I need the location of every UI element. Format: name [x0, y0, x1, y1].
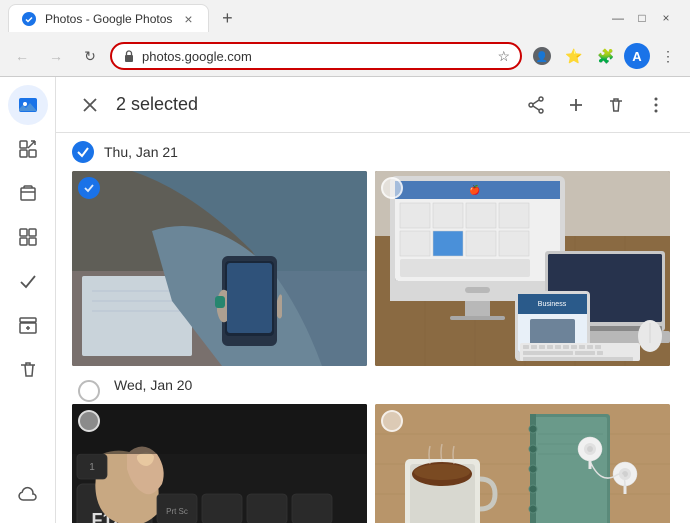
more-options-button[interactable]	[638, 87, 674, 123]
svg-text:👤: 👤	[536, 50, 548, 63]
date-label-thu: Thu, Jan 21	[104, 144, 178, 160]
reload-button[interactable]: ↻	[76, 42, 104, 70]
app-main: 2 selected	[56, 77, 690, 523]
browser-menu-icon[interactable]: ⋮	[654, 42, 682, 70]
photo-p3[interactable]: F12 Prt Sc	[72, 404, 367, 523]
photo-p3-check[interactable]	[78, 410, 100, 432]
bookmark-icon[interactable]: ☆	[497, 48, 510, 65]
app-container: 2 selected	[0, 77, 690, 523]
photos-row-1: 🍎	[72, 171, 674, 366]
photo-p1[interactable]	[72, 171, 367, 366]
date-header-thu: Thu, Jan 21	[72, 141, 674, 163]
photo-p1-check[interactable]	[78, 177, 100, 199]
photo-p2-check[interactable]	[381, 177, 403, 199]
deselect-button[interactable]	[72, 87, 108, 123]
sidebar-item-albums[interactable]	[8, 173, 48, 213]
svg-text:Prt Sc: Prt Sc	[166, 507, 188, 516]
tab-close-btn[interactable]: ×	[180, 11, 196, 27]
sidebar-item-photos[interactable]	[8, 85, 48, 125]
date-section-wed: Wed, Jan 20 F12	[72, 374, 674, 523]
photos-row-2: F12 Prt Sc	[72, 404, 674, 523]
close-window-button[interactable]: ×	[658, 10, 674, 26]
extension-icon[interactable]: 🧩	[592, 42, 620, 70]
address-icons: ☆	[497, 48, 510, 65]
date-header-wed: Wed, Jan 20	[72, 374, 674, 396]
new-tab-button[interactable]: +	[213, 4, 241, 32]
maximize-button[interactable]: □	[634, 10, 650, 26]
selected-count-label: 2 selected	[116, 94, 518, 115]
browser-chrome: Photos - Google Photos × + — □ × ← → ↻ p…	[0, 0, 690, 77]
back-button[interactable]: ←	[8, 42, 36, 70]
toolbar-actions	[518, 87, 674, 123]
photo-p2-image: 🍎	[375, 171, 670, 366]
tab-favicon	[21, 11, 37, 27]
photo-p4-image	[375, 404, 670, 523]
photos-area[interactable]: Thu, Jan 21	[56, 133, 690, 523]
sidebar	[0, 77, 56, 523]
tab-bar: Photos - Google Photos × + — □ ×	[0, 0, 690, 36]
date-select-wed[interactable]	[78, 380, 100, 402]
sidebar-item-sharing[interactable]	[8, 129, 48, 169]
window-controls: — □ ×	[610, 10, 682, 26]
sidebar-item-cloud[interactable]	[8, 475, 48, 515]
lock-icon	[122, 49, 136, 63]
profile-avatar[interactable]: A	[624, 43, 650, 69]
star-icon[interactable]: ⭐	[560, 42, 588, 70]
photo-p3-image: F12 Prt Sc	[72, 404, 367, 523]
forward-button[interactable]: →	[42, 42, 70, 70]
delete-button[interactable]	[598, 87, 634, 123]
date-section-thu: Thu, Jan 21	[72, 141, 674, 366]
address-bar[interactable]: photos.google.com ☆	[110, 42, 522, 70]
sidebar-item-utilities[interactable]	[8, 217, 48, 257]
svg-text:🍎: 🍎	[469, 184, 480, 195]
photo-p4-check[interactable]	[381, 410, 403, 432]
sidebar-item-favorites[interactable]	[8, 261, 48, 301]
photo-p2[interactable]: 🍎	[375, 171, 670, 366]
sidebar-item-archive[interactable]	[8, 305, 48, 345]
svg-text:1: 1	[89, 462, 95, 473]
photo-p4[interactable]	[375, 404, 670, 523]
minimize-button[interactable]: —	[610, 10, 626, 26]
tab-title: Photos - Google Photos	[45, 12, 172, 26]
date-select-thu[interactable]	[72, 141, 94, 163]
app-toolbar: 2 selected	[56, 77, 690, 133]
active-tab[interactable]: Photos - Google Photos ×	[8, 4, 209, 32]
sidebar-item-trash[interactable]	[8, 349, 48, 389]
add-to-album-button[interactable]	[558, 87, 594, 123]
share-button[interactable]	[518, 87, 554, 123]
browser-actions: 👤 ⭐ 🧩 A ⋮	[528, 42, 682, 70]
date-label-wed: Wed, Jan 20	[114, 377, 192, 393]
address-bar-row: ← → ↻ photos.google.com ☆ 👤 ⭐ 🧩 A ⋮	[0, 36, 690, 76]
account-icon[interactable]: 👤	[528, 42, 556, 70]
address-text: photos.google.com	[142, 49, 491, 64]
photo-p1-image	[72, 171, 367, 366]
svg-text:Business: Business	[538, 301, 567, 308]
